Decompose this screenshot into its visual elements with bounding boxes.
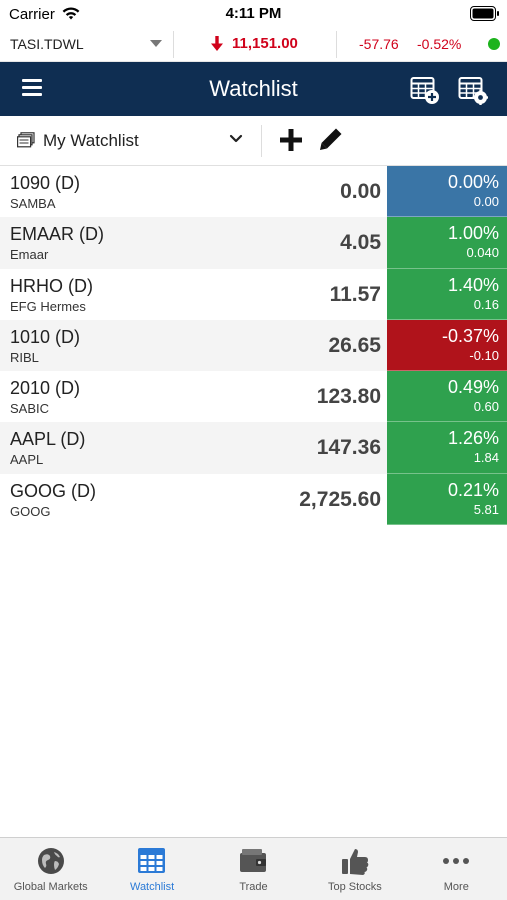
row-change-badge[interactable]: -0.37% -0.10 — [387, 319, 507, 372]
row-company-name: GOOG — [10, 503, 51, 519]
row-change-percent: 1.40% — [447, 274, 499, 295]
row-last-price: 4.05 — [340, 231, 381, 255]
row-company-name: Emaar — [10, 247, 49, 263]
row-symbol: HRHO (D) — [10, 275, 93, 296]
row-change-percent: 0.00% — [447, 172, 499, 192]
globe-icon — [36, 846, 66, 876]
row-company-name: SAMBA — [10, 196, 56, 211]
watchlist-selector-bar: My Watchlist — [0, 116, 507, 166]
tab-label: Trade — [239, 881, 268, 893]
watchlist-settings-icon[interactable] — [458, 75, 488, 105]
index-change-percent: -0.52% — [417, 36, 462, 52]
row-change-badge[interactable]: 1.26% 1.84 — [387, 422, 507, 474]
tab-label: More — [443, 881, 469, 893]
row-last-price: 0.00 — [340, 180, 381, 203]
row-symbol: AAPL (D) — [10, 429, 86, 450]
index-change: -57.76 — [359, 36, 399, 52]
arrow-down-icon — [211, 36, 223, 51]
row-change-badge[interactable]: 1.40% 0.16 — [387, 268, 507, 320]
bottom-tab-bar: Global Markets Watchlist Trade Top Stocks Mo… — [0, 837, 507, 900]
row-change-badge[interactable]: 0.49% 0.60 — [387, 371, 507, 423]
tab-global-markets[interactable]: Global Markets — [0, 838, 101, 900]
row-last-price: 147.36 — [316, 436, 381, 460]
row-change-value: 5.81 — [473, 501, 499, 517]
table-row[interactable]: 1010 (D) RIBL 26.65 -0.37% -0.10 — [0, 319, 507, 372]
row-change-percent: 0.21% — [447, 479, 499, 500]
tab-trade[interactable]: Trade — [203, 838, 304, 900]
table-row[interactable]: HRHO (D) EFG Hermes 11.57 1.40% 0.16 — [0, 268, 507, 320]
divider — [261, 125, 262, 157]
row-change-percent: 1.26% — [447, 428, 499, 449]
table-row[interactable]: AAPL (D) AAPL 147.36 1.26% 1.84 — [0, 422, 507, 474]
row-last-price: 2,725.60 — [299, 487, 381, 511]
row-company-name: AAPL — [10, 452, 44, 468]
nav-bar: Watchlist — [0, 62, 507, 116]
tab-more[interactable]: More — [406, 838, 507, 900]
chevron-down-icon[interactable] — [229, 134, 243, 144]
row-company-name: EFG Hermes — [10, 298, 86, 314]
row-change-badge[interactable]: 0.21% 5.81 — [387, 473, 507, 526]
more-dots-icon — [441, 846, 471, 876]
index-symbol[interactable]: TASI.TDWL — [10, 36, 84, 52]
status-bar: Carrier 4:11 PM — [0, 0, 507, 27]
row-change-value: 0.040 — [466, 245, 499, 261]
row-last-price: 11.57 — [329, 282, 381, 306]
battery-icon — [470, 6, 499, 21]
table-row[interactable]: EMAAR (D) Emaar 4.05 1.00% 0.040 — [0, 217, 507, 269]
add-symbol-plus-icon[interactable] — [279, 128, 303, 152]
row-last-price: 123.80 — [316, 385, 381, 409]
divider — [173, 31, 174, 58]
wallet-icon — [238, 846, 268, 876]
row-last-price: 26.65 — [328, 333, 381, 357]
index-value: 11,151.00 — [232, 35, 298, 52]
tab-top-stocks[interactable]: Top Stocks — [304, 838, 405, 900]
row-change-value: 1.84 — [473, 450, 499, 466]
tab-label: Top Stocks — [327, 881, 382, 893]
tab-watchlist[interactable]: Watchlist — [101, 838, 202, 900]
row-change-percent: 1.00% — [447, 223, 499, 244]
row-symbol: GOOG (D) — [10, 480, 96, 501]
table-row[interactable]: 2010 (D) SABIC 123.80 0.49% 0.60 — [0, 371, 507, 423]
watchlist-table: 1090 (D) SAMBA 0.00 0.00% 0.00 EMAAR (D) Emaar… — [0, 166, 507, 526]
row-change-badge[interactable]: 0.00% 0.00 — [387, 166, 507, 218]
row-change-percent: 0.49% — [447, 377, 499, 398]
caret-down-icon[interactable] — [150, 40, 162, 47]
divider — [336, 31, 337, 58]
watchlist-grid-icon — [137, 846, 167, 876]
edit-pencil-icon[interactable] — [319, 127, 343, 151]
row-symbol: 1090 (D) — [10, 173, 81, 193]
row-change-value: 0.00 — [473, 194, 499, 209]
index-ticker-bar[interactable]: TASI.TDWL 11,151.00 -57.76 -0.52% — [0, 27, 507, 62]
watchlist-stack-icon — [17, 132, 35, 148]
market-status-dot — [488, 38, 500, 50]
row-symbol: EMAAR (D) — [10, 224, 104, 245]
add-watchlist-icon[interactable] — [410, 75, 440, 105]
thumbs-up-icon — [340, 846, 370, 876]
table-row[interactable]: 1090 (D) SAMBA 0.00 0.00% 0.00 — [0, 166, 507, 218]
row-company-name: RIBL — [10, 349, 39, 365]
table-row[interactable]: GOOG (D) GOOG 2,725.60 0.21% 5.81 — [0, 473, 507, 526]
tab-label: Watchlist — [129, 881, 175, 893]
row-symbol: 1010 (D) — [10, 326, 81, 347]
row-symbol: 2010 (D) — [10, 378, 81, 399]
row-change-percent: -0.37% — [441, 325, 499, 346]
tab-label: Global Markets — [13, 881, 88, 893]
row-change-value: 0.16 — [473, 296, 499, 312]
status-time: 4:11 PM — [225, 5, 282, 22]
row-change-value: 0.60 — [473, 399, 499, 415]
row-company-name: SABIC — [10, 401, 50, 417]
row-change-badge[interactable]: 1.00% 0.040 — [387, 217, 507, 269]
row-change-value: -0.10 — [469, 347, 499, 363]
watchlist-dropdown[interactable]: My Watchlist — [43, 131, 139, 151]
